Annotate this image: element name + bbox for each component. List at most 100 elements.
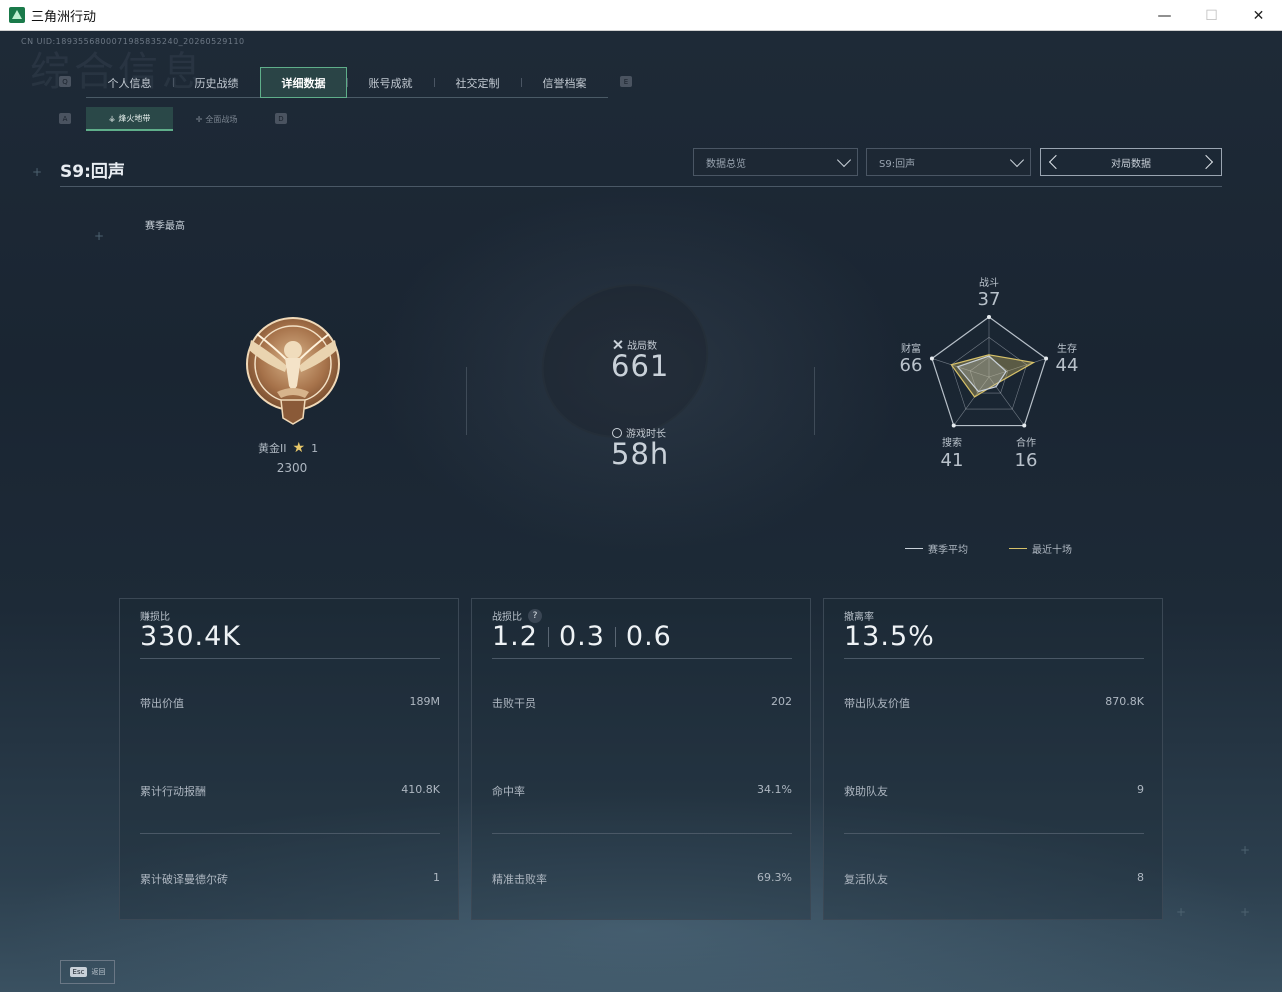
card-row: 复活队友 8 — [844, 871, 1144, 887]
rank-medal-icon — [246, 317, 340, 425]
card-value: 330.4K — [140, 621, 241, 652]
tab-social-customization[interactable]: 社交定制 — [434, 67, 521, 98]
header-divider — [60, 186, 1222, 187]
radar-label-wealth: 财富 — [901, 344, 921, 355]
legend-season-average: 赛季平均 — [905, 541, 968, 556]
chevron-left-icon[interactable] — [1048, 154, 1064, 170]
card-value-secondary: 0.3 — [558, 621, 605, 652]
chevron-down-icon — [1009, 152, 1025, 168]
main-tabs: 个人信息 历史战绩 详细数据 账号成就 社交定制 信誉档案 — [86, 67, 608, 98]
match-data-pager: 对局数据 — [1040, 148, 1222, 176]
radar-label-teamwork: 合作 — [1016, 438, 1036, 449]
profit-loss-card: 赚损比 330.4K 带出价值 189M 累计行动报酬 410.8K 累计破译曼… — [119, 598, 459, 920]
clock-icon — [612, 427, 622, 438]
game-viewport: 综合信息 CN UID:1893556800071985835240_20260… — [0, 31, 1282, 992]
radar-label-search: 搜索 — [942, 438, 962, 449]
row-value: 1 — [433, 871, 440, 884]
overview-dropdown[interactable]: 数据总览 — [693, 148, 858, 176]
mode-subtabs: ⚶ 烽火地带 ✛ 全面战场 — [86, 107, 260, 131]
esc-key-icon: Esc — [69, 967, 88, 977]
pager-label: 对局数据 — [1111, 158, 1151, 170]
subtab-label: 烽火地带 — [118, 113, 151, 123]
card-value-main: 330.4K — [140, 621, 242, 652]
card-value-main: 13.5% — [844, 621, 935, 652]
column-divider — [466, 367, 467, 435]
row-label: 带出价值 — [140, 697, 184, 710]
radar-value-survival: 44 — [1055, 355, 1079, 376]
card-row: 击败干员 202 — [492, 695, 792, 711]
radar-value-search: 41 — [940, 450, 964, 471]
card-divider — [492, 833, 792, 834]
radar-label-combat: 战斗 — [979, 278, 999, 289]
chevron-right-icon[interactable] — [1198, 154, 1214, 170]
row-label: 累计破译曼德尔砖 — [140, 873, 228, 886]
card-divider — [492, 658, 792, 659]
season-best-label: 赛季最高 — [145, 221, 185, 232]
dropdown-value: S9:回声 — [879, 158, 916, 170]
legend-label: 赛季平均 — [928, 545, 968, 556]
crosshair-mark-icon: + — [1240, 905, 1251, 919]
row-label: 精准击败率 — [492, 873, 547, 886]
tab-detailed-data[interactable]: 详细数据 — [260, 67, 347, 98]
tab-prev-key[interactable]: Q — [59, 76, 71, 87]
tab-next-key[interactable]: E — [620, 76, 632, 87]
dropdown-value: 数据总览 — [706, 158, 746, 170]
rank-stars-count: 1 — [311, 441, 319, 455]
playtime-value: 58h — [611, 437, 670, 471]
row-value: 410.8K — [401, 783, 440, 796]
row-label: 复活队友 — [844, 873, 888, 886]
player-uid: CN UID:1893556800071985835240_2026052911… — [21, 37, 245, 46]
page-title: S9:回声 — [60, 162, 125, 182]
radar-value-combat: 37 — [977, 289, 1001, 310]
subtab-operations[interactable]: ⚶ 烽火地带 — [86, 107, 173, 131]
close-button[interactable]: ✕ — [1235, 0, 1282, 31]
extraction-rate-card: 撤离率 13.5% 带出队友价值 870.8K 救助队友 9 复活队友 8 — [823, 598, 1163, 920]
row-value: 69.3% — [757, 871, 792, 884]
tab-credit-profile[interactable]: 信誉档案 — [521, 67, 608, 98]
radar-axis-dot — [1022, 423, 1027, 428]
rank-name: 黄金II ★ 1 — [258, 440, 318, 456]
row-label: 带出队友价值 — [844, 697, 910, 710]
legend-line-icon — [905, 547, 923, 550]
map-icon: ⚶ — [108, 113, 116, 123]
tab-personal-info[interactable]: 个人信息 — [86, 67, 173, 98]
subtab-next-key[interactable]: D — [275, 113, 287, 124]
maximize-button[interactable]: ☐ — [1188, 0, 1235, 31]
season-dropdown[interactable]: S9:回声 — [866, 148, 1031, 176]
value-separator — [614, 626, 616, 647]
row-value: 8 — [1137, 871, 1144, 884]
tab-achievements[interactable]: 账号成就 — [347, 67, 434, 98]
card-row: 累计行动报酬 410.8K — [140, 783, 440, 799]
window-controls: — ☐ ✕ — [1141, 0, 1282, 31]
card-row: 救助队友 9 — [844, 783, 1144, 799]
value-separator — [547, 626, 549, 647]
row-value: 189M — [409, 695, 441, 708]
matches-value: 661 — [611, 349, 670, 383]
column-divider — [814, 367, 815, 435]
radar-label-survival: 生存 — [1057, 344, 1077, 355]
minimize-button[interactable]: — — [1141, 0, 1188, 31]
row-label: 命中率 — [492, 785, 525, 798]
crosshair-mark-icon: + — [94, 229, 105, 243]
radar-axis-dot — [951, 423, 956, 428]
subtab-label: 全面战场 — [205, 114, 238, 124]
subtab-warfare[interactable]: ✛ 全面战场 — [173, 107, 260, 131]
card-divider — [140, 658, 440, 659]
crosshair-mark-icon: + — [32, 165, 43, 179]
subtab-prev-key[interactable]: A — [59, 113, 71, 124]
tab-match-history[interactable]: 历史战绩 — [173, 67, 260, 98]
window-title: 三角洲行动 — [31, 9, 97, 25]
back-button[interactable]: Esc 返回 — [60, 960, 115, 984]
card-value-overall: 1.2 — [492, 621, 538, 652]
row-value: 202 — [771, 695, 792, 708]
back-label: 返回 — [91, 968, 106, 976]
legend-recent-ten: 最近十场 — [1009, 541, 1072, 556]
row-label: 累计行动报酬 — [140, 785, 206, 798]
legend-label: 最近十场 — [1032, 545, 1072, 556]
rank-points: 2300 — [276, 461, 308, 475]
card-row: 带出价值 189M — [140, 695, 440, 711]
card-row: 精准击败率 69.3% — [492, 871, 792, 887]
card-value: 13.5% — [844, 621, 935, 652]
card-row: 带出队友价值 870.8K — [844, 695, 1144, 711]
radar-value-wealth: 66 — [899, 355, 923, 376]
